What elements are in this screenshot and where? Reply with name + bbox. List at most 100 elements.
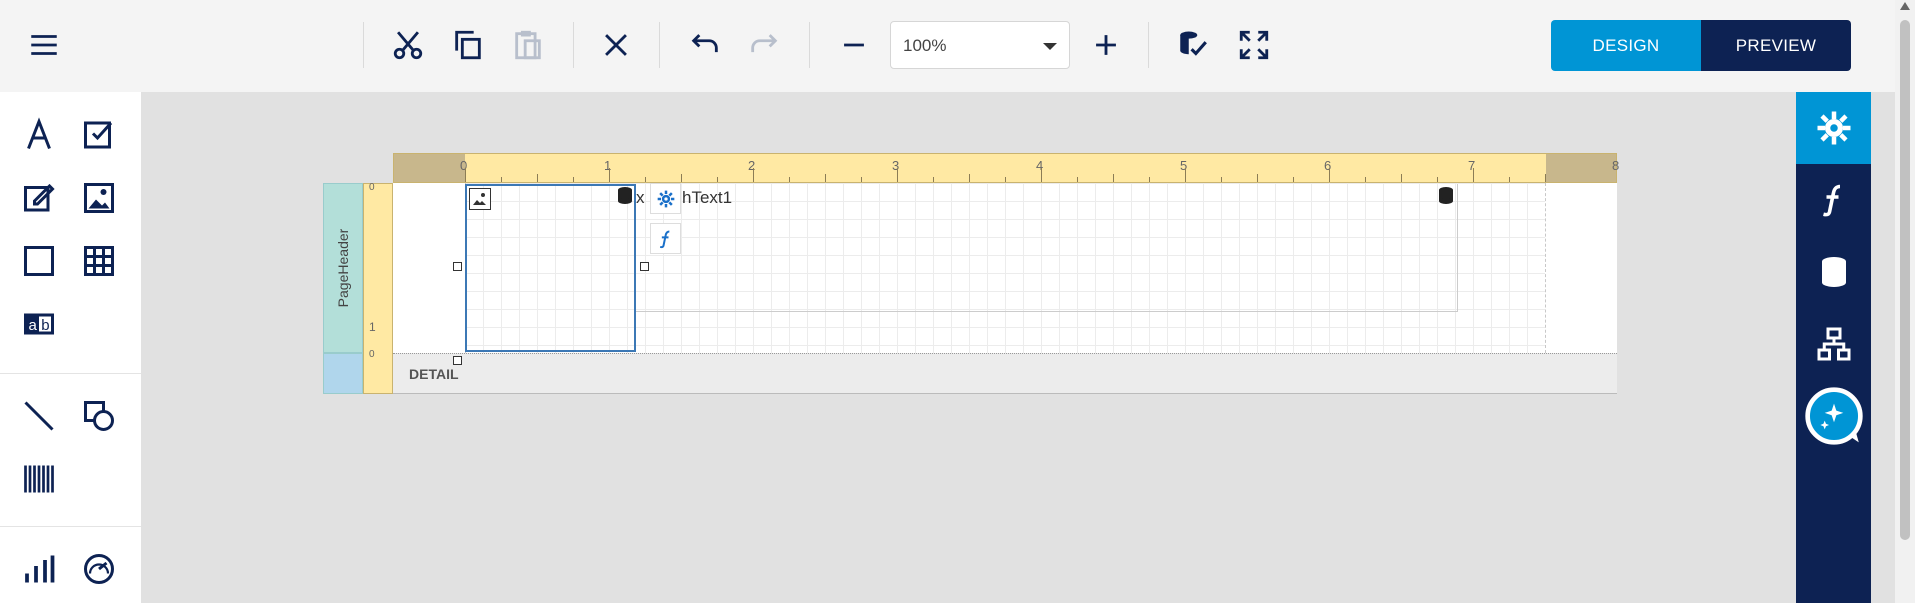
detail-label: DETAIL (409, 366, 459, 382)
gauge-tool[interactable] (75, 545, 123, 593)
resize-handle[interactable] (453, 356, 462, 365)
ruler-label: 0 (369, 182, 375, 193)
gear-icon (657, 190, 674, 207)
expression-button[interactable] (650, 223, 681, 254)
tab-expressions[interactable] (1796, 164, 1871, 236)
ruler-tick (861, 177, 862, 182)
picture-control[interactable] (465, 184, 636, 352)
label-tool[interactable]: ab (15, 300, 63, 348)
cut-icon (393, 31, 423, 60)
function-icon (659, 230, 669, 248)
ruler-tick (1365, 177, 1366, 182)
ruler-tick (537, 174, 538, 182)
barcode-tool[interactable] (15, 455, 63, 503)
detail-band[interactable]: DETAIL (393, 353, 1617, 394)
text-control[interactable] (636, 184, 1458, 312)
toolbar: 100% DESIGN PREVIEW (0, 0, 1895, 92)
text-control-name: hText1 (682, 188, 733, 207)
ruler-tick (645, 177, 646, 182)
ruler-margin-left (394, 154, 465, 182)
image-icon (84, 183, 114, 213)
divider (0, 526, 141, 527)
redo-button[interactable] (741, 22, 787, 68)
ruler-tick (969, 174, 970, 182)
tab-data-sources[interactable] (1796, 236, 1871, 308)
text-control-prefix: x (636, 188, 645, 207)
zoom-in-button[interactable] (1083, 22, 1129, 68)
paste-button[interactable] (505, 22, 551, 68)
label-icon: ab (24, 313, 54, 335)
checkbox-icon (84, 121, 113, 149)
chart-icon (25, 555, 55, 583)
separator (573, 22, 574, 68)
svg-text:b: b (41, 317, 49, 334)
preview-button[interactable]: PREVIEW (1701, 20, 1851, 71)
picture-tool[interactable] (75, 174, 123, 222)
ruler-tick (1041, 168, 1042, 182)
vertical-scrollbar[interactable] (1895, 0, 1915, 603)
menu-button[interactable] (21, 22, 67, 68)
ruler-tick (609, 168, 610, 182)
cut-button[interactable] (385, 22, 431, 68)
ruler-label: 2 (748, 158, 756, 173)
toolbox: ab (0, 92, 141, 603)
paste-icon (515, 30, 541, 60)
shape2-tool[interactable] (75, 392, 123, 440)
richtext-icon (24, 183, 55, 212)
properties-button[interactable] (650, 183, 681, 214)
scroll-thumb[interactable] (1900, 20, 1910, 540)
ruler-tick (897, 168, 898, 182)
copy-icon (455, 30, 481, 60)
design-button[interactable]: DESIGN (1551, 20, 1701, 71)
image-icon (469, 188, 491, 210)
chart-tool[interactable] (15, 545, 63, 593)
ruler-tick (1437, 177, 1438, 182)
ruler-margin-right (1546, 154, 1616, 182)
resize-handle[interactable] (453, 262, 462, 271)
zoom-select[interactable]: 100% (890, 21, 1070, 69)
ruler-tick (465, 168, 466, 182)
gauge-icon (84, 554, 114, 584)
menu-icon (31, 35, 57, 55)
checkbox-tool[interactable] (75, 111, 123, 159)
ruler-tick (933, 177, 934, 182)
ruler-label: 1 (604, 158, 612, 173)
text-icon (27, 117, 51, 150)
vertical-ruler: 0 1 0 (363, 182, 393, 394)
ruler-tick (1257, 174, 1258, 182)
ruler-tick (1545, 174, 1546, 182)
barcode-icon (24, 465, 54, 493)
ai-assistant-button[interactable] (1796, 380, 1871, 452)
zoom-out-button[interactable] (831, 22, 877, 68)
textbox-tool[interactable] (15, 111, 63, 159)
ruler-label: 3 (892, 158, 900, 173)
divider (0, 373, 141, 374)
separator (363, 22, 364, 68)
richtext-tool[interactable] (15, 174, 63, 222)
validate-button[interactable] (1170, 22, 1216, 68)
ruler-tick (1473, 168, 1474, 182)
shape-tool[interactable] (15, 237, 63, 285)
delete-button[interactable] (593, 22, 639, 68)
fullscreen-button[interactable] (1231, 22, 1277, 68)
undo-button[interactable] (682, 22, 728, 68)
structure-icon (1817, 327, 1850, 361)
ruler-tick (1293, 177, 1294, 182)
tab-properties[interactable] (1796, 92, 1871, 164)
line-tool[interactable] (15, 392, 63, 440)
ruler-tick (1221, 177, 1222, 182)
ruler-label: 0 (369, 349, 375, 360)
ruler-tick (789, 177, 790, 182)
database-icon[interactable] (1438, 186, 1454, 206)
table-tool[interactable] (75, 237, 123, 285)
resize-handle[interactable] (640, 262, 649, 271)
tab-report-explorer[interactable] (1796, 308, 1871, 380)
detail-band-handle[interactable] (323, 353, 363, 394)
scroll-up-icon[interactable] (1900, 2, 1910, 10)
copy-button[interactable] (445, 22, 491, 68)
zoom-out-icon (844, 43, 864, 47)
page-header-label: PageHeader (335, 228, 351, 308)
ruler-label: 0 (460, 158, 468, 173)
horizontal-ruler: 0 1 2 3 4 5 6 7 8 (393, 153, 1619, 183)
page-header-band-handle[interactable]: PageHeader (323, 183, 363, 353)
